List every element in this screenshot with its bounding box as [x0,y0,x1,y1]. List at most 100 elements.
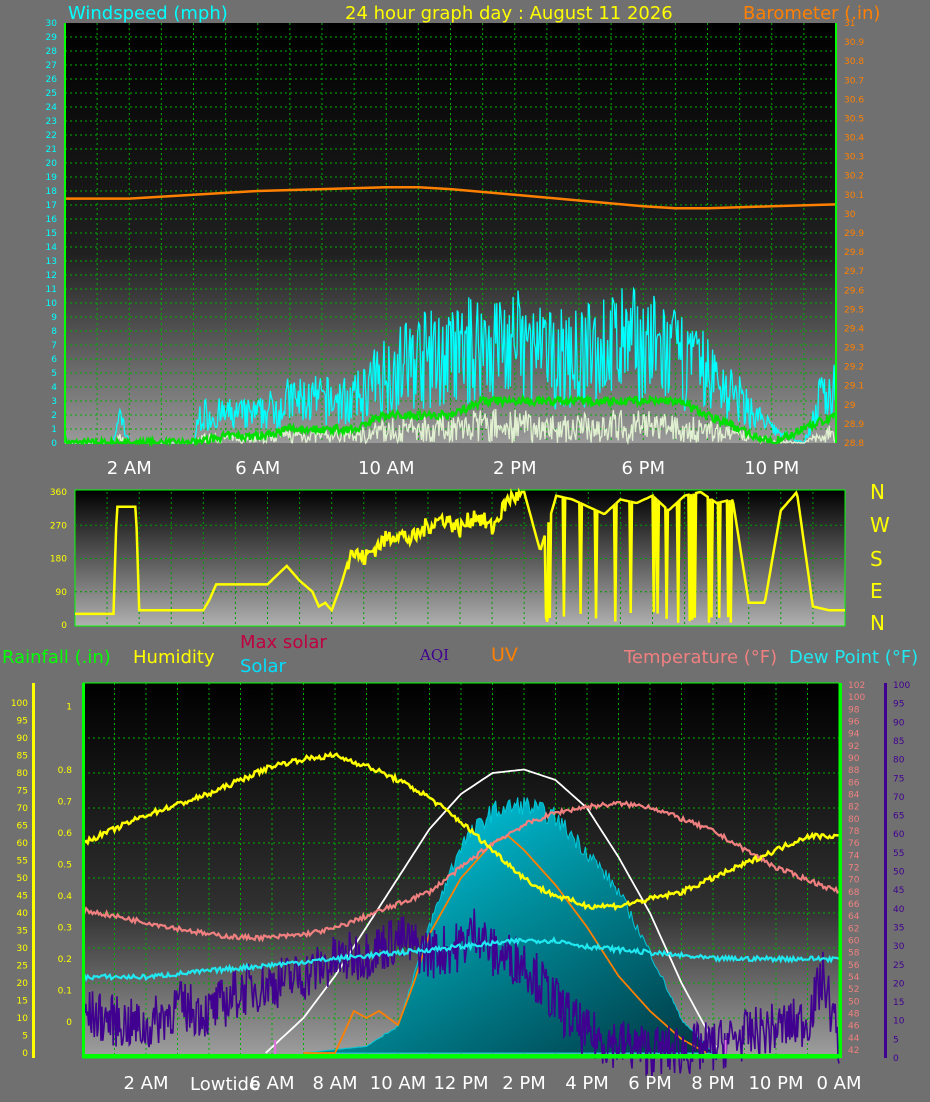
rainfall-axis-label: Rainfall (.in) [2,647,111,668]
barometer-tick-label: 30.2 [844,172,864,182]
rainfall-axis-ticks: 0 0.1 0.2 0.3 0.4 0.5 0.6 0.7 0.8 1 [58,703,73,1029]
bottom-x-tick-label: 6 PM [628,1073,672,1094]
temperature-tick-label: 80 [848,815,860,825]
barometer-tick-label: 30.1 [844,191,864,201]
barometer-axis-label: Barometer (.in) [743,3,880,24]
temperature-tick-label: 66 [848,900,860,910]
humidity-tick-label: 25 [17,962,28,972]
barometer-tick-label: 29.9 [844,229,864,239]
barometer-tick-label: 29.3 [844,344,864,354]
rainfall-tick-label: 0.1 [58,987,72,997]
humidity-tick-label: 80 [17,769,29,779]
barometer-tick-label: 29.1 [844,382,864,392]
wind-tick-label: 7 [51,341,57,351]
rainfall-tick-label: 0.6 [58,829,73,839]
temperature-tick-label: 58 [848,949,860,959]
aqi-tick-label: 35 [893,923,904,933]
wind-tick-label: 19 [46,173,58,183]
wind-tick-label: 6 [51,355,57,365]
barometer-tick-label: 30.6 [844,95,864,105]
direction-tick-label: 270 [50,521,67,531]
temperature-tick-label: 64 [848,912,860,922]
temperature-axis-label: Temperature (°F) [623,647,777,668]
aqi-axis-ticks: 0 5 10 15 20 25 30 35 40 45 50 55 60 65 70 75 80 85 90 95 10… [893,681,910,1064]
bottom-x-tick-label: 2 PM [502,1073,546,1094]
temperature-tick-label: 52 [848,985,859,995]
aqi-tick-label: 45 [893,886,904,896]
wind-x-tick-label: 6 PM [621,458,665,479]
aqi-tick-label: 55 [893,849,904,859]
wind-axis-ticks: 0123456789101112131415161718192021222324… [46,19,58,449]
wind-x-tick-label: 10 AM [358,458,414,479]
aqi-tick-label: 30 [893,942,905,952]
wind-tick-label: 3 [51,397,57,407]
wind-x-tick-label: 6 AM [235,458,280,479]
dir-letter-s: S [870,547,883,571]
wind-tick-label: 29 [46,33,58,43]
weather-chart: 0123456789101112131415161718192021222324… [2,3,918,1095]
humidity-tick-label: 65 [17,822,28,832]
wind-tick-label: 16 [46,215,58,225]
temperature-tick-label: 44 [848,1034,860,1044]
barometer-tick-label: 29.2 [844,363,864,373]
barometer-tick-label: 28.9 [844,420,864,430]
humidity-tick-label: 55 [17,857,28,867]
wind-tick-label: 11 [46,285,57,295]
wind-tick-label: 8 [51,327,57,337]
maxsolar-label: Max solar [240,632,327,653]
barometer-axis-ticks: 28.8 28.9 29 29.1 29.2 29.3 29.4 29.5 29.6 29.7 29… [844,19,864,449]
barometer-tick-label: 28.8 [844,439,864,449]
aqi-axis-bar [884,683,887,1058]
aqi-label: AQI [419,646,449,664]
barometer-tick-label: 30.3 [844,153,864,163]
temperature-tick-label: 62 [848,924,859,934]
rainfall-tick-label: 0.8 [58,766,73,776]
wind-tick-label: 24 [46,103,58,113]
wind-tick-label: 28 [46,47,58,57]
aqi-tick-label: 5 [893,1035,899,1045]
wind-tick-label: 13 [46,257,57,267]
humidity-tick-label: 15 [17,997,28,1007]
rainfall-tick-label: 0.7 [58,798,72,808]
aqi-tick-label: 70 [893,793,905,803]
bottom-x-tick-label: 8 PM [691,1073,735,1094]
temperature-axis-ticks: 42 44 46 48 50 52 54 56 58 60 62 64 66 68 70 72 74 76 78 80… [848,681,865,1056]
humidity-tick-label: 45 [17,892,28,902]
wind-tick-label: 12 [46,271,57,281]
wind-tick-label: 14 [46,243,58,253]
temperature-tick-label: 60 [848,937,860,947]
wind-tick-label: 18 [46,187,58,197]
bottom-x-tick-label: 10 PM [748,1073,803,1094]
humidity-tick-label: 95 [17,717,28,727]
temperature-tick-label: 96 [848,718,860,728]
humidity-tick-label: 50 [17,874,29,884]
barometer-tick-label: 30.5 [844,114,864,124]
aqi-tick-label: 20 [893,979,905,989]
wind-x-tick-label: 2 AM [107,458,152,479]
temperature-tick-label: 74 [848,851,860,861]
humidity-tick-label: 90 [17,734,29,744]
rainfall-tick-label: 0.3 [58,924,72,934]
humidity-axis-label: Humidity [133,647,215,668]
wind-tick-label: 1 [51,425,57,435]
bottom-x-tick-label: 2 AM [123,1073,168,1094]
temperature-tick-label: 84 [848,791,860,801]
rainfall-tick-label: 0.2 [58,955,72,965]
wind-tick-label: 0 [51,439,57,449]
humidity-tick-label: 70 [17,804,29,814]
bottom-x-tick-label: 8 AM [312,1073,357,1094]
barometer-tick-label: 29.6 [844,286,864,296]
barometer-tick-label: 29.7 [844,267,864,277]
temperature-tick-label: 82 [848,803,859,813]
barometer-tick-label: 30.4 [844,134,864,144]
temperature-tick-label: 76 [848,839,860,849]
aqi-tick-label: 75 [893,774,904,784]
aqi-tick-label: 80 [893,756,905,766]
wind-tick-label: 9 [51,313,57,323]
direction-tick-label: 180 [50,555,67,565]
wind-tick-label: 20 [46,159,58,169]
wind-tick-label: 10 [46,299,58,309]
aqi-tick-label: 25 [893,961,904,971]
aqi-tick-label: 90 [893,718,905,728]
humidity-tick-label: 100 [11,699,28,709]
